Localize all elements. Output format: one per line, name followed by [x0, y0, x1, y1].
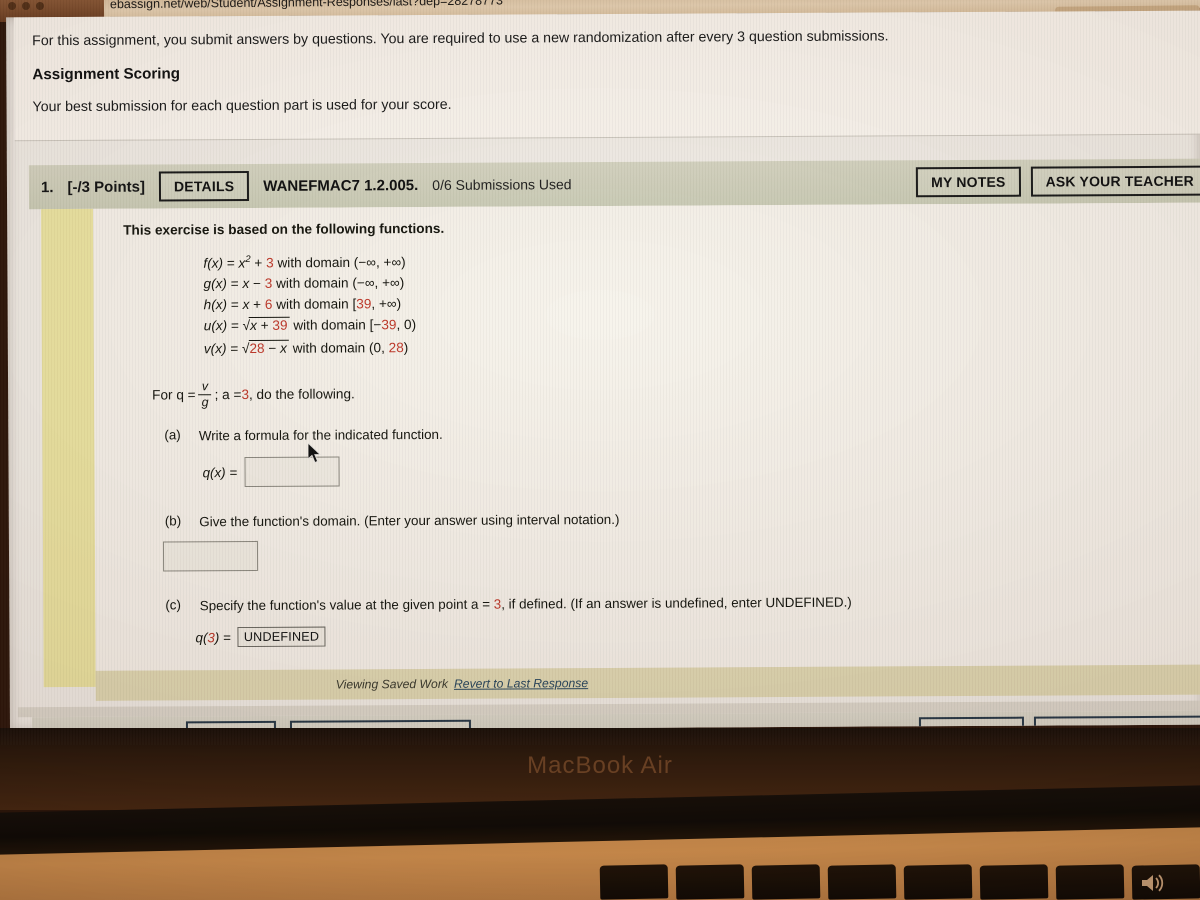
- part-c-label-post: ) =: [214, 629, 231, 646]
- q-fraction-denominator: g: [201, 395, 209, 410]
- webassign-page: For this assignment, you submit answers …: [6, 10, 1200, 732]
- q-fraction: v g: [198, 379, 212, 410]
- question-1-number: 1.: [40, 178, 54, 196]
- part-b-label: (b): [164, 513, 182, 529]
- assignment-intro-card: For this assignment, you submit answers …: [14, 10, 1200, 142]
- part-b-answer-row: [162, 536, 1200, 572]
- question-1-submissions: 0/6 Submissions Used: [432, 176, 572, 193]
- address-bar-url: ebassign.net/web/Student/Assignment-Resp…: [109, 0, 504, 12]
- q-fraction-numerator: v: [201, 379, 209, 394]
- question-1-body: This exercise is based on the following …: [93, 202, 1200, 696]
- part-c-text: Specify the function's value at the give…: [200, 595, 852, 614]
- part-a-answer-label: q(x) =: [202, 464, 238, 481]
- saved-work-strip: Viewing Saved Work Revert to Last Respon…: [95, 664, 1200, 701]
- mouse-cursor: [307, 441, 323, 470]
- q-definition-suffix: , do the following.: [248, 386, 355, 403]
- function-definitions-list: f(x) = x2 + 3 with domain (−∞, +∞) g(x) …: [203, 248, 1200, 360]
- part-a-label: (a): [164, 427, 181, 443]
- part-a-answer-row: q(x) =: [202, 452, 1200, 488]
- question-1-details-button[interactable]: DETAILS: [158, 170, 250, 202]
- question-1-my-notes-button[interactable]: MY NOTES: [915, 166, 1021, 198]
- part-c-a-value: 3: [493, 596, 502, 612]
- question-1-header: 1. [-/3 Points] DETAILS WANEFMAC7 1.2.00…: [28, 158, 1200, 210]
- volume-speaker-key-icon: [1140, 872, 1166, 900]
- question-status-rail: [41, 208, 96, 688]
- laptop-keyboard-row: [0, 864, 1200, 900]
- function-definition-v: v(x) = √28 − x with domain (0, 28): [203, 339, 409, 357]
- assignment-instructions: For this assignment, you submit answers …: [32, 28, 889, 50]
- part-c: (c) Specify the function's value at the …: [165, 592, 1200, 616]
- q-definition-line: For q = v g ; a = 3 , do the following.: [152, 374, 1200, 409]
- part-c-answer-row: q(3) = UNDEFINED: [195, 622, 1200, 648]
- part-c-answer-label: q(3) =: [195, 630, 230, 645]
- part-a-text: Write a formula for the indicated functi…: [198, 427, 443, 444]
- q-definition-mid: ; a =: [214, 387, 242, 403]
- part-b-text: Give the function's domain. (Enter your …: [199, 512, 620, 530]
- part-c-label-pre: q(: [195, 630, 208, 646]
- assignment-scoring-text: Your best submission for each question p…: [32, 97, 452, 116]
- part-c-text-post: , if defined. (If an answer is undefined…: [501, 594, 852, 612]
- saved-work-text: Viewing Saved Work: [335, 676, 449, 692]
- question-1-block: 1. [-/3 Points] DETAILS WANEFMAC7 1.2.00…: [28, 151, 1200, 703]
- assignment-scoring-heading: Assignment Scoring: [32, 65, 181, 84]
- question-1-body-wrapper: This exercise is based on the following …: [41, 202, 1200, 701]
- q-definition-prefix: For q =: [152, 387, 196, 403]
- photographed-laptop-scene: ebassign.net/web/Student/Assignment-Resp…: [0, 0, 1200, 900]
- question-1-code: WANEFMAC7 1.2.005.: [263, 176, 419, 195]
- macbook-air-brand-label: MacBook Air: [527, 752, 673, 779]
- part-a-answer-input[interactable]: [244, 456, 340, 488]
- part-b: (b) Give the function's domain. (Enter y…: [165, 508, 1200, 532]
- browser-window-controls[interactable]: [8, 0, 98, 14]
- part-c-answer-value[interactable]: UNDEFINED: [237, 626, 326, 648]
- revert-to-last-response-link[interactable]: Revert to Last Response: [454, 676, 588, 691]
- part-b-answer-input[interactable]: [162, 541, 259, 572]
- question-1-ask-teacher-button[interactable]: ASK YOUR TEACHER: [1030, 165, 1200, 197]
- question-1-points: [-/3 Points]: [67, 178, 146, 196]
- exercise-intro-text: This exercise is based on the following …: [123, 220, 445, 238]
- part-c-text-pre: Specify the function's value at the give…: [199, 596, 494, 614]
- part-c-label: (c): [165, 597, 181, 613]
- q-definition-a-value: 3: [241, 387, 250, 403]
